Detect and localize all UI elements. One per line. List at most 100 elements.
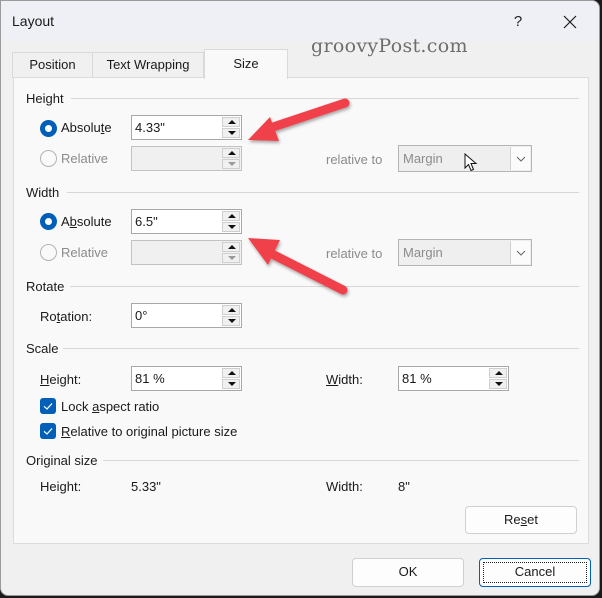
original-size-group-label: Original size [26,453,98,468]
width-relative-label[interactable]: Relative [61,245,108,260]
label-part: b [69,214,77,229]
rotate-group-label: Rotate [26,279,65,294]
height-group-label: Height [26,91,64,106]
original-height-value: 5.33" [131,479,161,494]
label-part: Lock [61,399,93,414]
rotation-value[interactable]: 0° [135,308,147,323]
original-width-value: 8" [398,479,410,494]
arrow-up-icon [228,245,236,249]
reset-button[interactable]: Reset [465,506,577,534]
arrow-up-icon [228,151,236,155]
arrow-down-icon [228,319,236,323]
label-part: solute [76,214,112,229]
checkmark-icon [43,403,53,410]
original-width-label: Width: [326,479,363,494]
arrow-up-icon [495,371,503,375]
spin-up-button[interactable] [222,305,240,315]
label-part: elative to original picture size [70,424,238,439]
dropdown-button[interactable] [510,147,530,170]
mouse-cursor-icon [464,153,478,172]
scale-height-label: Height: [40,372,81,387]
height-relative-to-label: relative to [326,152,383,167]
spin-up-button[interactable] [222,368,240,378]
width-absolute-spinner[interactable]: 6.5" [131,209,242,234]
height-absolute-value[interactable]: 4.33" [135,120,165,135]
label-part: eight: [49,372,82,387]
tab-position[interactable]: Position [12,52,93,78]
arrow-up-icon [228,214,236,218]
divider [103,460,579,461]
scale-width-label: Width: [326,372,363,387]
width-relative-to-dropdown[interactable]: Margin [398,239,532,266]
arrow-down-icon [228,131,236,135]
height-absolute-spinner[interactable]: 4.33" [131,115,242,140]
height-relative-to-value: Margin [403,151,443,166]
spin-down-button[interactable] [222,222,240,232]
label-part: R [61,424,71,439]
width-absolute-radio[interactable] [40,213,57,230]
height-absolute-radio[interactable] [40,120,57,137]
relative-to-original-label[interactable]: Relative to original picture size [61,424,237,439]
watermark: groovyPost.com [311,35,468,57]
height-relative-radio[interactable] [40,150,57,167]
scale-width-value[interactable]: 81 % [402,371,432,386]
dropdown-button[interactable] [510,241,530,264]
label-part: idth: [338,372,363,387]
label-part: W [326,372,339,387]
label-part: A [61,214,70,229]
label-part: Ro [40,309,57,324]
label-part: Re [504,512,521,527]
height-relative-label[interactable]: Relative [61,151,108,166]
height-relative-spinner[interactable] [131,146,242,171]
scale-height-spinner[interactable]: 81 % [131,366,242,391]
tab-text-wrapping[interactable]: Text Wrapping [92,52,204,78]
width-relative-to-value: Margin [403,245,443,260]
label-part: et [527,512,538,527]
dialog-title: Layout [12,13,55,29]
cancel-button[interactable]: Cancel [479,558,591,587]
divider [67,192,579,193]
label-part: Absolu [61,120,101,135]
arrow-up-icon [228,308,236,312]
spin-up-button[interactable] [222,211,240,221]
checkmark-icon [43,428,53,435]
spin-up-button[interactable] [222,117,240,127]
lock-aspect-ratio-checkbox[interactable] [40,398,56,414]
scale-height-value[interactable]: 81 % [135,371,165,386]
lock-aspect-ratio-label[interactable]: Lock aspect ratio [61,399,159,414]
rotation-spinner[interactable]: 0° [131,303,242,328]
arrow-up-icon [228,371,236,375]
height-absolute-label[interactable]: Absolute [61,120,112,135]
spin-down-button[interactable] [222,316,240,326]
chevron-down-icon [516,156,526,162]
width-relative-radio[interactable] [40,244,57,261]
original-height-label: Height: [40,479,82,494]
width-relative-to-label: relative to [326,246,383,261]
label-part: H [40,372,50,387]
help-button[interactable]: ? [505,10,531,34]
ok-button[interactable]: OK [352,558,464,587]
spin-down-button[interactable] [222,379,240,389]
close-icon [563,15,577,29]
spin-up-button[interactable] [222,148,240,158]
tab-size[interactable]: Size [204,49,288,79]
width-relative-spinner[interactable] [131,240,242,265]
label-part: ation: [60,309,93,324]
arrow-down-icon [228,225,236,229]
spin-up-button[interactable] [489,368,507,378]
relative-to-original-checkbox[interactable] [40,423,56,439]
chevron-down-icon [516,250,526,256]
scale-width-spinner[interactable]: 81 % [398,366,509,391]
divider [70,286,579,287]
spin-down-button[interactable] [222,253,240,263]
divider [71,98,579,99]
width-absolute-value[interactable]: 6.5" [135,214,158,229]
spin-down-button[interactable] [222,159,240,169]
spin-down-button[interactable] [489,379,507,389]
scale-group-label: Scale [26,341,59,356]
divider [63,348,579,349]
spin-up-button[interactable] [222,242,240,252]
width-absolute-label[interactable]: Absolute [61,214,112,229]
spin-down-button[interactable] [222,128,240,138]
close-button[interactable] [555,10,585,34]
